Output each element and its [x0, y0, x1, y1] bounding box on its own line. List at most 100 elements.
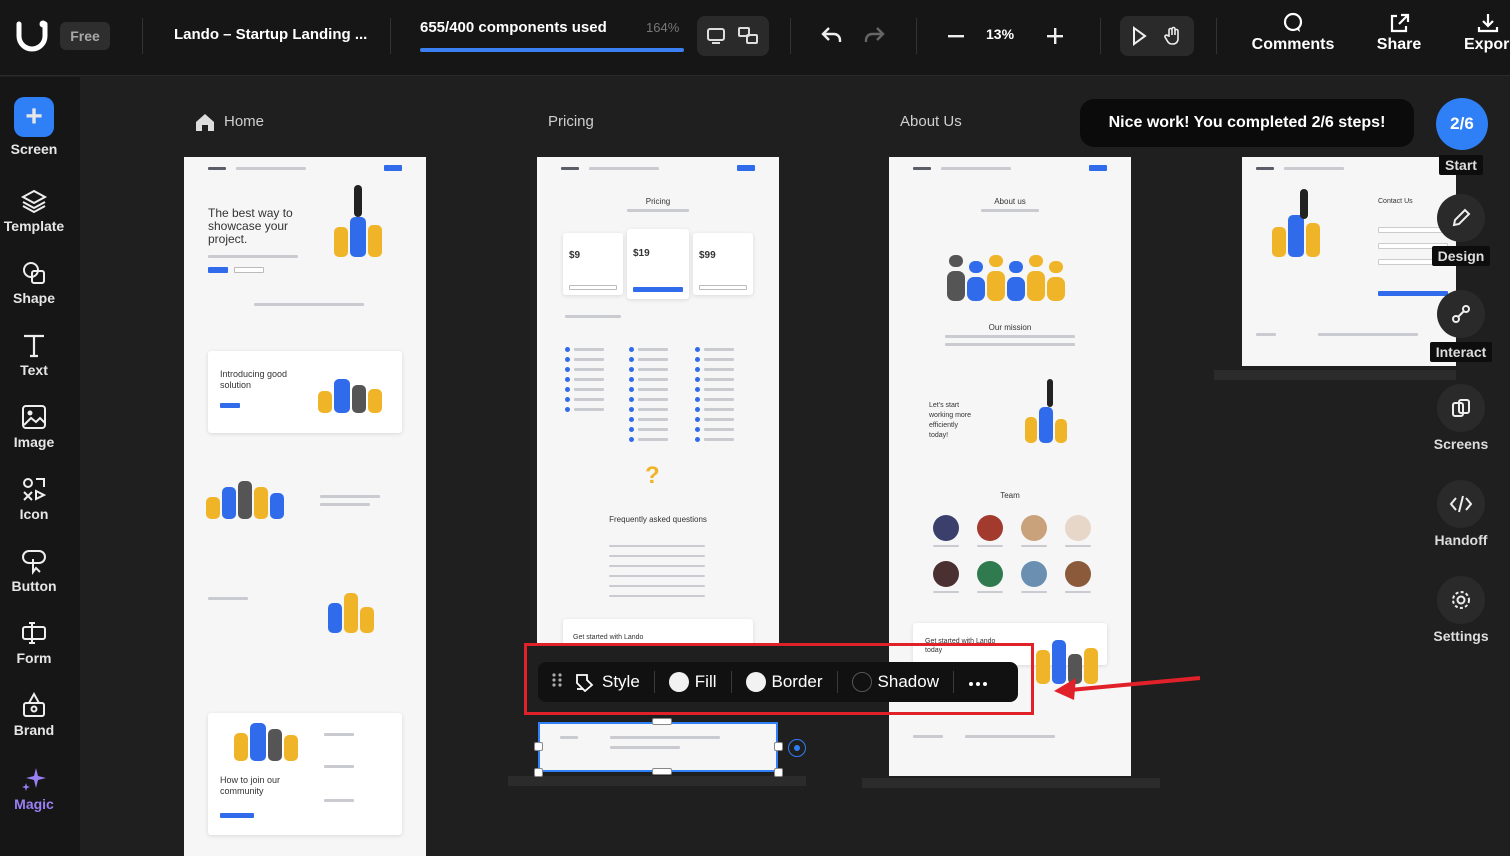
person-head: [989, 255, 1003, 267]
resize-handle[interactable]: [534, 768, 543, 777]
step-text: [324, 765, 354, 768]
avatar: [1065, 515, 1091, 541]
icon-grid-icon: [23, 478, 47, 501]
hand-pan-icon[interactable]: [1162, 25, 1184, 47]
selected-footer-component[interactable]: [538, 722, 778, 772]
home-screen-frame[interactable]: The best way to showcase your project. I…: [184, 157, 426, 856]
text-tool[interactable]: Text: [0, 331, 68, 378]
add-component-icon[interactable]: [788, 739, 806, 757]
comments-button[interactable]: Comments: [1248, 12, 1338, 54]
price-button: [699, 285, 747, 290]
shape-icon: [23, 262, 45, 284]
resize-handle[interactable]: [534, 742, 543, 751]
step-text: [324, 733, 354, 736]
illustration: [354, 185, 362, 217]
illustration: [360, 607, 374, 633]
nav-cta: [384, 165, 402, 171]
design-tool[interactable]: Design: [1426, 194, 1496, 266]
price-value: $99: [699, 250, 716, 261]
magic-tool[interactable]: Magic: [0, 765, 68, 812]
undo-icon[interactable]: [820, 24, 844, 46]
tool-label: Design: [1431, 246, 1491, 266]
page-label-home[interactable]: Home: [224, 113, 264, 130]
link-icon: [1437, 290, 1485, 338]
illustration: [1306, 223, 1320, 257]
illustration: [1272, 227, 1286, 257]
avatar: [1021, 561, 1047, 587]
interaction-mode-group: [1120, 16, 1194, 56]
about-subtext: [981, 209, 1039, 212]
tool-label: Settings: [1433, 628, 1489, 644]
download-icon: [1477, 14, 1499, 33]
screens-tool[interactable]: Screens: [1426, 384, 1496, 452]
resize-handle[interactable]: [774, 742, 783, 751]
feature-check: [565, 387, 570, 392]
zoom-out-icon[interactable]: [946, 26, 966, 46]
resize-handle[interactable]: [652, 768, 672, 775]
form-tool[interactable]: Form: [0, 619, 68, 666]
tool-label: Image: [13, 434, 55, 450]
section-title: How to join our community: [220, 775, 281, 796]
hero-button-secondary: [234, 267, 264, 273]
avatar-name: [977, 591, 1003, 593]
resize-handle[interactable]: [774, 768, 783, 777]
contact-screen-frame[interactable]: Contact Us: [1242, 157, 1456, 366]
page-label-about[interactable]: About Us: [900, 113, 962, 130]
export-label: Expor: [1464, 36, 1510, 53]
footer-logo: [560, 736, 578, 739]
feature-check: [695, 377, 700, 382]
brand-tool[interactable]: Brand: [0, 691, 68, 738]
illustration: [250, 723, 266, 761]
image-tool[interactable]: Image: [0, 403, 68, 450]
illustration: [238, 481, 252, 519]
avatar: [977, 515, 1003, 541]
onboarding-step-counter[interactable]: 2/6: [1436, 98, 1488, 150]
top-toolbar: Free Lando – Startup Landing ... 655/400…: [0, 0, 1510, 76]
feature-text: [638, 408, 668, 411]
redo-icon[interactable]: [862, 24, 886, 46]
illustration: [1025, 417, 1037, 443]
nav-cta: [737, 165, 755, 171]
illustration: [344, 593, 358, 633]
tool-label: Text: [20, 362, 48, 378]
pricing-subtext: [627, 209, 689, 212]
app-logo[interactable]: [14, 18, 50, 52]
share-button[interactable]: Share: [1354, 12, 1444, 54]
divider: [916, 18, 917, 54]
settings-tool[interactable]: Settings: [1426, 576, 1496, 644]
person-body: [1007, 277, 1025, 301]
avatar-name: [1065, 591, 1091, 593]
add-screen-button[interactable]: + Screen: [0, 97, 68, 157]
zoom-level[interactable]: 13%: [986, 26, 1014, 42]
select-cursor-icon[interactable]: [1128, 25, 1150, 47]
avatar-name: [933, 591, 959, 593]
export-button[interactable]: Expor: [1446, 12, 1510, 54]
start-tool[interactable]: Start: [1426, 155, 1496, 175]
resize-handle[interactable]: [652, 718, 672, 725]
pricing-screen-frame[interactable]: Pricing $9 $19 $99 ? Frequently asked qu…: [537, 157, 779, 643]
plan-badge[interactable]: Free: [60, 22, 110, 50]
button-tool[interactable]: Button: [0, 547, 68, 594]
multi-device-icon[interactable]: [737, 25, 759, 47]
onboarding-progress-toast: Nice work! You completed 2/6 steps!: [1080, 99, 1414, 147]
feature-text: [638, 388, 668, 391]
icon-tool[interactable]: Icon: [0, 475, 68, 522]
footer-links: [913, 735, 943, 738]
handoff-tool[interactable]: Handoff: [1426, 480, 1496, 548]
shape-tool[interactable]: Shape: [0, 259, 68, 306]
person-body: [987, 271, 1005, 301]
interact-tool[interactable]: Interact: [1426, 290, 1496, 362]
faq-row: [609, 585, 705, 587]
template-tool[interactable]: Template: [0, 187, 68, 234]
feature-check: [565, 407, 570, 412]
hero-subtext: [208, 255, 298, 258]
cta-card: Get started with Lando today: [563, 619, 753, 643]
page-label-pricing[interactable]: Pricing: [548, 113, 594, 130]
avatar: [933, 515, 959, 541]
feature-check: [565, 347, 570, 352]
footer-links: [1318, 333, 1418, 336]
project-title[interactable]: Lando – Startup Landing ...: [174, 26, 367, 43]
zoom-in-icon[interactable]: [1045, 26, 1065, 46]
faq-row: [609, 555, 705, 557]
desktop-icon[interactable]: [705, 25, 727, 47]
